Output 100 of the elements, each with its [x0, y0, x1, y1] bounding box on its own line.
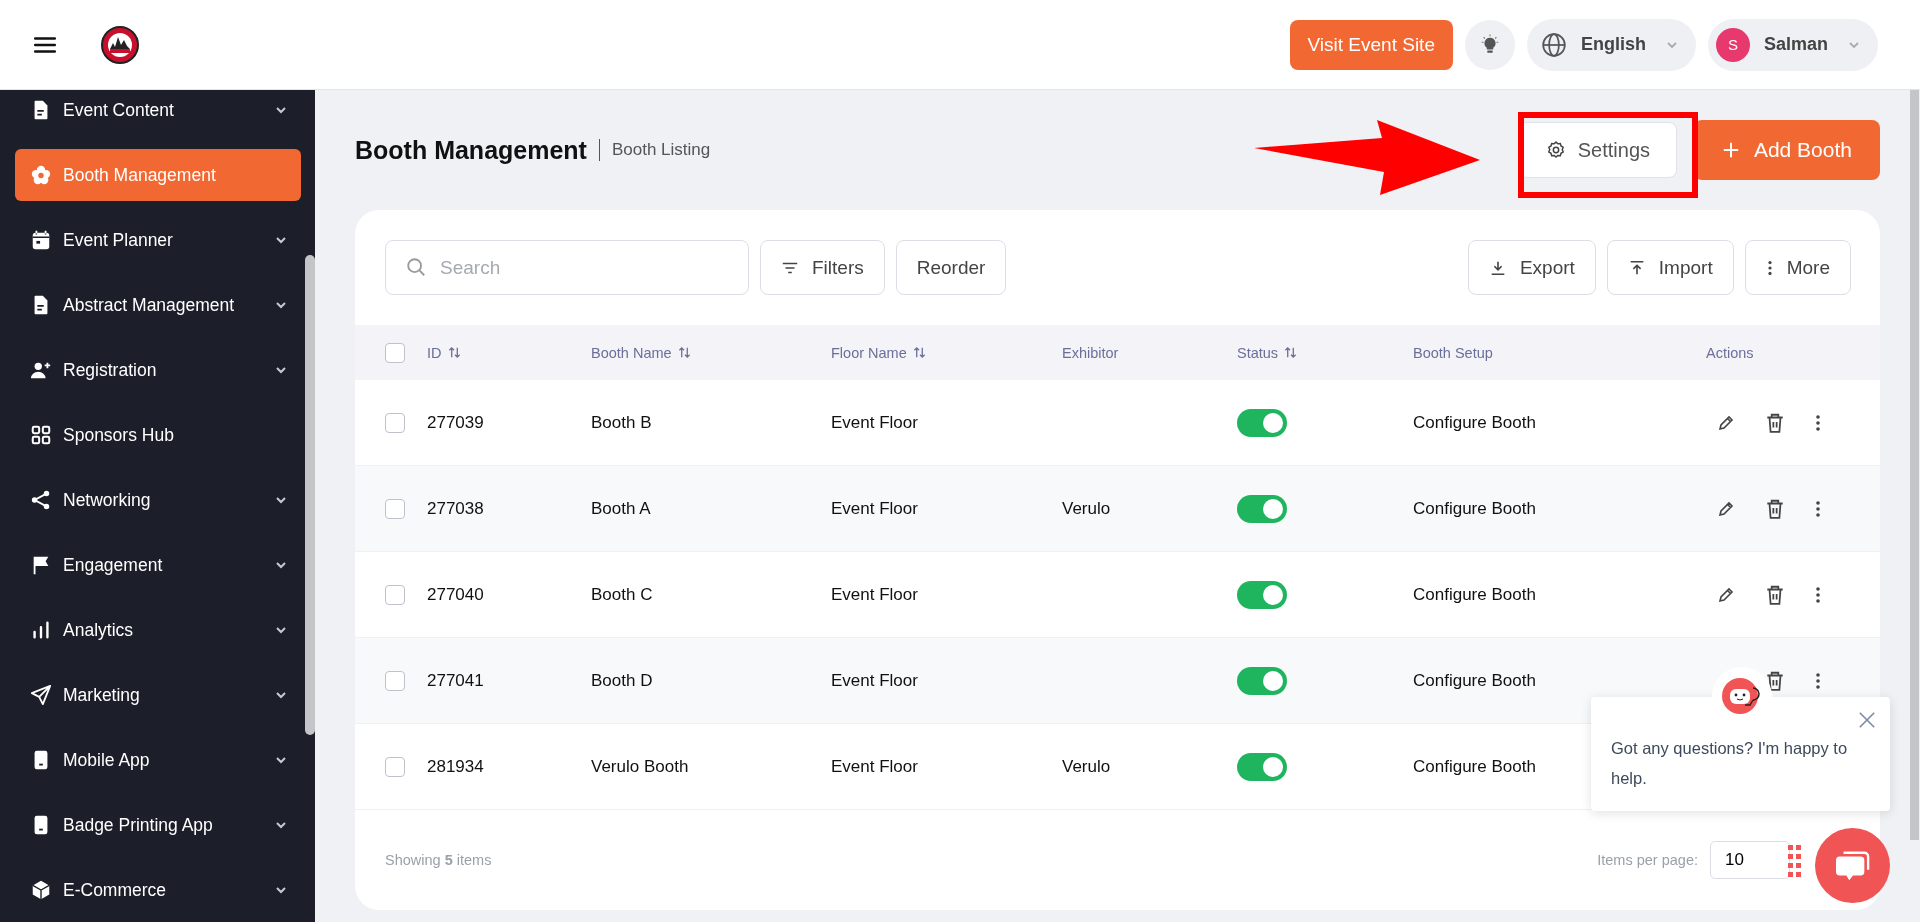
table-cell-text: Booth B	[591, 412, 653, 433]
export-button[interactable]: Export	[1467, 240, 1596, 295]
settings-icon	[1545, 140, 1566, 160]
sidebar-item[interactable]: Event Planner	[15, 214, 301, 266]
sidebar-item[interactable]: Abstract Management	[15, 279, 301, 331]
column-header: Booth Setup	[1413, 344, 1494, 361]
select-all-checkbox[interactable]	[385, 342, 405, 363]
scrollbar[interactable]	[305, 255, 315, 735]
sidebar-item[interactable]: Registration	[15, 344, 301, 396]
search-icon	[405, 256, 427, 278]
user-menu[interactable]: S Salman	[1707, 18, 1878, 71]
delete-icon[interactable]	[1764, 411, 1786, 434]
status-toggle[interactable]	[1237, 494, 1287, 523]
table-cell-text: Event Floor	[831, 498, 919, 519]
table-cell-text: Configure Booth	[1413, 670, 1537, 691]
close-icon[interactable]	[1858, 711, 1876, 729]
table-cell-text: Verulo Booth	[591, 756, 690, 777]
plus-icon	[1721, 141, 1740, 159]
nav-icon	[30, 424, 52, 446]
more-icon[interactable]	[1814, 670, 1822, 691]
filters-button[interactable]: Filters	[760, 240, 885, 295]
delete-icon[interactable]	[1764, 669, 1786, 692]
sidebar-item[interactable]: Networking	[15, 474, 301, 526]
more-icon[interactable]	[1814, 498, 1822, 519]
table-cell-text: 281934	[427, 756, 485, 777]
status-toggle[interactable]	[1237, 666, 1287, 695]
nav-icon	[30, 489, 52, 511]
more-icon	[1765, 258, 1774, 277]
sort-icon	[677, 346, 691, 359]
nav-icon	[30, 684, 52, 706]
row-checkbox[interactable]	[385, 584, 405, 605]
breadcrumb: Booth Listing	[611, 140, 711, 160]
status-toggle[interactable]	[1237, 580, 1287, 609]
globe-icon	[1540, 31, 1567, 58]
sidebar-item[interactable]: Badge Printing App	[15, 799, 301, 851]
sidebar-item[interactable]: Marketing	[15, 669, 301, 721]
more-button[interactable]: More	[1744, 240, 1851, 295]
sort-icon	[912, 346, 926, 359]
chevron-down-icon	[275, 364, 287, 376]
delete-icon[interactable]	[1764, 497, 1786, 520]
more-icon[interactable]	[1814, 584, 1822, 605]
chevron-down-icon	[275, 624, 287, 636]
chevron-down-icon	[275, 234, 287, 246]
column-header: Actions	[1706, 344, 1754, 361]
search-field[interactable]: Search	[385, 240, 749, 295]
table-cell-text: 277038	[427, 498, 485, 519]
column-header[interactable]: Status	[1237, 344, 1413, 361]
chat-message: Got any questions? I'm happy to help.	[1611, 738, 1849, 789]
table-cell: Verulo	[1062, 498, 1111, 519]
sort-icon	[447, 346, 461, 359]
delete-icon[interactable]	[1764, 583, 1786, 606]
table-cell-text: Configure Booth	[1413, 756, 1537, 777]
more-icon[interactable]	[1814, 412, 1822, 433]
chevron-down-icon	[275, 494, 287, 506]
table-cell-text: Booth C	[591, 584, 654, 605]
column-header[interactable]: Booth Name	[591, 344, 831, 361]
table-cell-text: 277039	[427, 412, 485, 433]
page-title: Booth Management	[355, 135, 587, 165]
row-checkbox[interactable]	[385, 498, 405, 519]
table-cell-text: Booth A	[591, 498, 652, 519]
table-cell-text: Configure Booth	[1413, 498, 1537, 519]
chevron-down-icon	[275, 754, 287, 766]
items-per-page-label: Items per page:	[1597, 852, 1698, 868]
chevron-down-icon	[275, 819, 287, 831]
column-header[interactable]: ID	[427, 344, 591, 361]
chevron-down-icon	[275, 559, 287, 571]
language-selector[interactable]: English	[1526, 18, 1696, 71]
table-cell-text: Configure Booth	[1413, 584, 1537, 605]
row-checkbox[interactable]	[385, 412, 405, 433]
sort-icon	[1284, 346, 1298, 359]
reorder-button[interactable]: Reorder	[895, 240, 1007, 295]
logo-icon[interactable]	[100, 24, 140, 65]
table-cell-text: 277040	[427, 584, 485, 605]
column-header: Exhibitor	[1062, 344, 1120, 361]
status-toggle[interactable]	[1237, 408, 1287, 437]
chevron-down-icon	[275, 689, 287, 701]
row-checkbox[interactable]	[385, 670, 405, 691]
table-cell: Verulo	[1062, 756, 1111, 777]
column-header[interactable]: Floor Name	[831, 344, 1062, 361]
sidebar-item[interactable]: Event Content	[15, 90, 301, 136]
row-checkbox[interactable]	[385, 756, 405, 777]
table-cell-text: Event Floor	[831, 584, 919, 605]
nav-icon	[30, 879, 52, 901]
table-cell-text: Configure Booth	[1413, 412, 1537, 433]
status-toggle[interactable]	[1237, 752, 1287, 781]
sidebar-item[interactable]: Sponsors Hub	[15, 409, 301, 461]
table-cell-text: Event Floor	[831, 412, 919, 433]
table-cell-text: Event Floor	[831, 670, 919, 691]
sidebar-item[interactable]: Analytics	[15, 604, 301, 656]
import-button[interactable]: Import	[1606, 240, 1734, 295]
sidebar-item[interactable]: Mobile App	[15, 734, 301, 786]
table-cell-text: Booth D	[591, 670, 654, 691]
nav-icon	[30, 164, 52, 186]
item-count: Showing 5 items	[385, 852, 492, 868]
sidebar-item[interactable]: Engagement	[15, 539, 301, 591]
nav-icon	[30, 229, 52, 251]
sidebar-item[interactable]: E-Commerce	[15, 864, 301, 916]
table-cell-text: Event Floor	[831, 756, 919, 777]
chevron-down-icon	[275, 104, 287, 116]
nav-icon	[30, 619, 52, 641]
